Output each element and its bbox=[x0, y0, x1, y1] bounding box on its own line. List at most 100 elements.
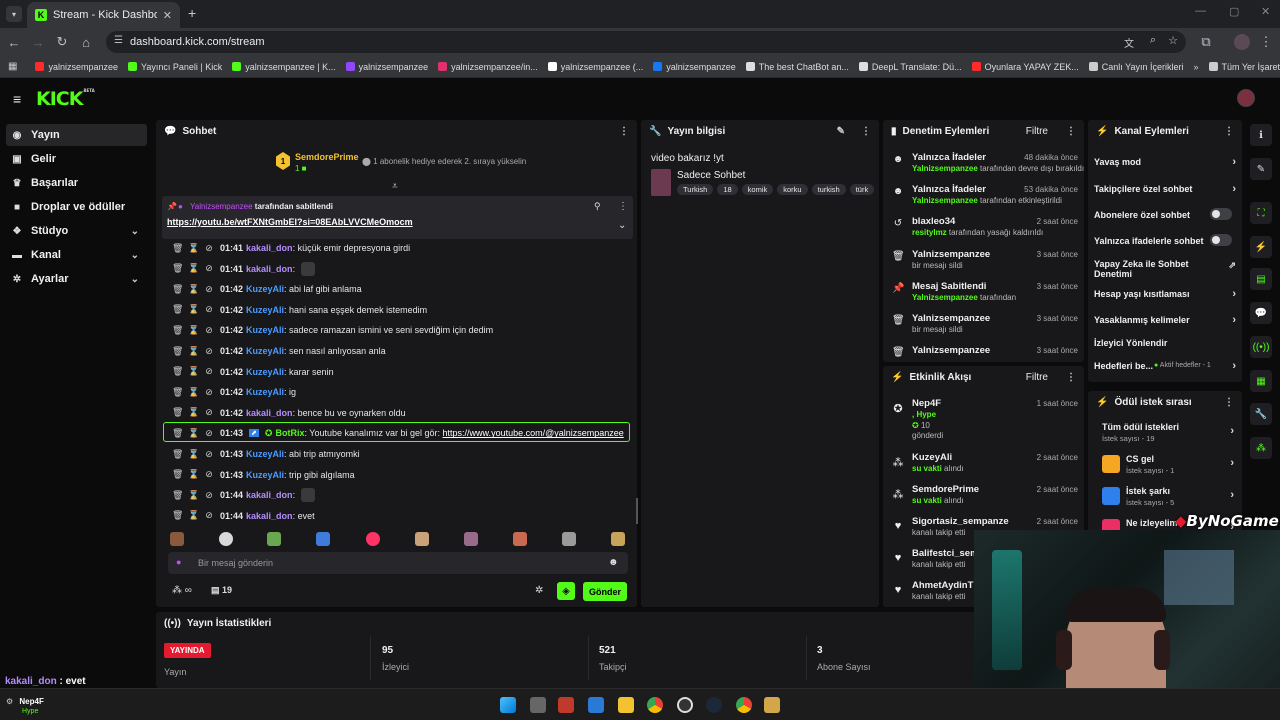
task-view-icon[interactable] bbox=[530, 697, 546, 713]
delete-message-icon[interactable]: 🗑 bbox=[172, 366, 183, 377]
channel-action-item[interactable]: Yavaş mod › bbox=[1094, 156, 1236, 168]
home-icon[interactable]: ⌂ bbox=[78, 34, 94, 50]
channel-action-item[interactable]: Yalnızca ifadelerle sohbet bbox=[1094, 234, 1236, 246]
delete-message-icon[interactable]: 🗑 bbox=[172, 346, 183, 357]
top-gifter-name[interactable]: SemdorePrime bbox=[295, 152, 359, 162]
botrix-icon[interactable]: ◈ bbox=[557, 582, 575, 600]
chat-scrollbar[interactable] bbox=[636, 498, 638, 524]
close-tab-icon[interactable]: ✕ bbox=[163, 9, 172, 22]
ban-icon[interactable]: ⊘ bbox=[204, 490, 214, 501]
delete-message-icon[interactable]: 🗑 bbox=[172, 469, 183, 480]
file-explorer-icon[interactable] bbox=[618, 697, 634, 713]
menu-hamburger-icon[interactable]: ≡ bbox=[13, 91, 21, 107]
translate-icon[interactable]: 文 bbox=[1124, 35, 1134, 50]
activity-user[interactable]: Sigortasiz_sempanze bbox=[912, 516, 1009, 527]
delete-message-icon[interactable]: 🗑 bbox=[172, 263, 183, 274]
delete-message-icon[interactable]: 🗑 bbox=[172, 325, 183, 336]
timeout-icon[interactable]: ⌛ bbox=[188, 366, 199, 377]
app-icon[interactable] bbox=[558, 697, 574, 713]
sidebar-item-kanal[interactable]: ▬ Kanal ⌄ bbox=[6, 244, 147, 266]
delete-message-icon[interactable]: 🗑 bbox=[172, 490, 183, 501]
chrome-icon[interactable] bbox=[736, 697, 752, 713]
apps-grid-icon[interactable]: ▦ bbox=[8, 61, 17, 72]
ban-icon[interactable]: ⊘ bbox=[204, 449, 214, 460]
message-username[interactable]: kakali_don bbox=[246, 243, 293, 253]
timeout-icon[interactable]: ⌛ bbox=[188, 449, 199, 460]
message-username[interactable]: kakali_don bbox=[246, 490, 293, 500]
bookmark-item[interactable]: yalnizsempanzee (... bbox=[547, 62, 643, 72]
windows-start-icon[interactable] bbox=[500, 697, 516, 713]
steam-icon[interactable] bbox=[706, 697, 722, 713]
bookmark-item[interactable]: DeepL Translate: Dü... bbox=[858, 62, 962, 72]
address-bar[interactable]: ☰ dashboard.kick.com/stream 文 ⌕ ☆ bbox=[106, 31, 1186, 53]
emote-button[interactable] bbox=[219, 532, 233, 546]
channel-action-item[interactable]: Abonelere özel sohbet bbox=[1094, 208, 1236, 220]
sidebar-item-basarilar[interactable]: ♛ Başarılar bbox=[6, 172, 147, 194]
timeout-icon[interactable]: ⌛ bbox=[188, 387, 199, 398]
channel-action-item[interactable]: Takipçilere özel sohbet › bbox=[1094, 183, 1236, 195]
timeout-icon[interactable]: ⌛ bbox=[188, 407, 199, 418]
chat-bubble-icon[interactable]: 💬 bbox=[1250, 302, 1272, 324]
delete-message-icon[interactable]: 🗑 bbox=[172, 284, 183, 295]
pinned-link[interactable]: https://youtu.be/wtFXNtGmbEI?si=08EAbLVV… bbox=[167, 217, 413, 227]
stream-info-menu-icon[interactable]: ⋮ bbox=[861, 126, 871, 137]
timeout-icon[interactable]: ⌛ bbox=[188, 263, 199, 274]
toggle-switch[interactable] bbox=[1210, 234, 1232, 246]
sidebar-item-droplar[interactable]: ■ Droplar ve ödüller bbox=[6, 196, 147, 218]
ban-icon[interactable]: ⊘ bbox=[204, 366, 214, 377]
chat-settings-icon[interactable]: ✲ bbox=[535, 585, 543, 596]
timeout-icon[interactable]: ⌛ bbox=[188, 469, 199, 480]
back-icon[interactable]: ← bbox=[6, 34, 22, 50]
channel-action-item[interactable]: Hesap yaşı kısıtlaması › bbox=[1094, 288, 1236, 300]
ban-icon[interactable]: ⊘ bbox=[204, 263, 214, 274]
info-icon[interactable]: ℹ bbox=[1250, 124, 1272, 146]
message-username[interactable]: KuzeyAli bbox=[246, 470, 284, 480]
ban-icon[interactable]: ⊘ bbox=[204, 407, 214, 418]
bookmark-item[interactable]: The best ChatBot an... bbox=[745, 62, 849, 72]
timeout-icon[interactable]: ⌛ bbox=[188, 284, 199, 295]
profile-avatar[interactable] bbox=[1234, 34, 1250, 50]
edit-icon[interactable]: ✎ bbox=[837, 126, 845, 137]
channel-action-item[interactable]: İzleyici Yönlendir bbox=[1094, 338, 1236, 348]
message-username[interactable]: KuzeyAli bbox=[246, 325, 284, 335]
bookmarks-overflow-icon[interactable]: » bbox=[1194, 62, 1199, 72]
activity-user[interactable]: SemdorePrime bbox=[912, 484, 979, 495]
ban-icon[interactable]: ⊘ bbox=[204, 243, 214, 254]
media-player-icon[interactable] bbox=[764, 697, 780, 713]
maximize-icon[interactable]: ▢ bbox=[1229, 5, 1239, 18]
timeout-icon[interactable]: ⌛ bbox=[188, 325, 199, 336]
channel-action-item[interactable]: Yapay Zeka ile Sohbet Denetimi ⇗ bbox=[1094, 259, 1236, 279]
calendar-icon[interactable]: ▦ bbox=[1250, 370, 1272, 392]
timeout-icon[interactable]: ⌛ bbox=[188, 346, 199, 357]
bookmark-item[interactable]: Yayıncı Paneli | Kick bbox=[128, 62, 222, 72]
pencil-icon[interactable]: ✎ bbox=[1250, 158, 1272, 180]
timeout-icon[interactable]: ⌛ bbox=[188, 304, 199, 315]
reload-icon[interactable]: ↻ bbox=[54, 34, 70, 50]
browser-menu-icon[interactable]: ⋮ bbox=[1258, 34, 1274, 50]
toggle-switch[interactable] bbox=[1210, 208, 1232, 220]
sidebar-item-yayin[interactable]: ◉ Yayın bbox=[6, 124, 147, 146]
activity-user[interactable]: AhmetAydinTM bbox=[912, 580, 981, 591]
bookmark-item[interactable]: yalnizsempanzee bbox=[345, 62, 428, 72]
timeout-icon[interactable]: ⌛ bbox=[188, 243, 199, 254]
mod-menu-icon[interactable]: ⋮ bbox=[1066, 126, 1076, 137]
sidebar-item-gelir[interactable]: ▣ Gelir bbox=[6, 148, 147, 170]
ban-icon[interactable]: ⊘ bbox=[204, 325, 214, 336]
scan-icon[interactable]: ⛶ bbox=[1250, 202, 1272, 224]
photos-icon[interactable] bbox=[588, 697, 604, 713]
bookmark-folder[interactable]: Canlı Yayın İçerikleri bbox=[1088, 62, 1184, 72]
emote-button[interactable] bbox=[464, 532, 478, 546]
message-username[interactable]: KuzeyAli bbox=[246, 346, 284, 356]
ban-icon[interactable]: ⊘ bbox=[204, 346, 214, 357]
obs-icon[interactable] bbox=[677, 697, 693, 713]
site-info-icon[interactable]: ☰ bbox=[114, 35, 123, 46]
emote-button[interactable] bbox=[316, 532, 330, 546]
unpin-icon[interactable]: ⚲ bbox=[594, 201, 601, 212]
emote-button[interactable] bbox=[562, 532, 576, 546]
new-tab-icon[interactable]: + bbox=[188, 5, 196, 21]
close-window-icon[interactable]: ✕ bbox=[1261, 5, 1270, 18]
chat-users[interactable]: ▤ 19 bbox=[211, 585, 232, 596]
reward-menu-icon[interactable]: ⋮ bbox=[1224, 397, 1234, 408]
delete-message-icon[interactable]: 🗑 bbox=[172, 449, 183, 460]
clipboard-icon[interactable]: ▤ bbox=[1250, 268, 1272, 290]
